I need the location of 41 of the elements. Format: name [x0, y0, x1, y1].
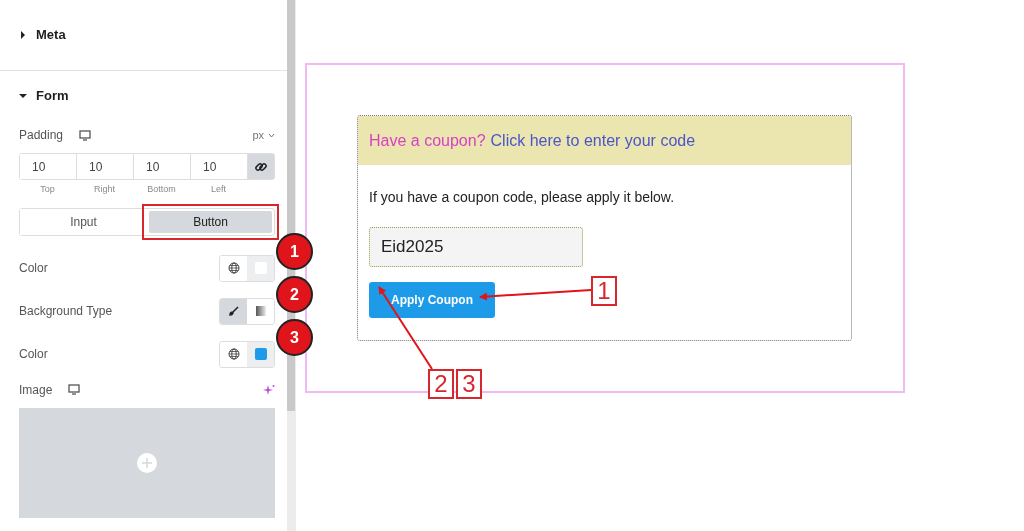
control-label: Image [19, 381, 53, 399]
sparkle-icon[interactable] [263, 383, 275, 396]
monitor-icon [79, 129, 92, 141]
tab[interactable]: Button [149, 210, 272, 233]
control-label: Background Type [19, 303, 113, 320]
section-title: Form [36, 87, 69, 106]
callout-number: 2 [276, 276, 313, 313]
section-header[interactable]: Form [19, 71, 275, 121]
plus-icon [137, 452, 157, 473]
globe-icon [227, 348, 240, 360]
unit-dropdown[interactable]: px [252, 126, 275, 144]
field-caption: Top [39, 183, 56, 196]
notice-prompt: Have a coupon? [369, 130, 486, 151]
field-caption: Right [93, 183, 116, 196]
field-caption: Left [210, 183, 227, 196]
globe-icon [227, 262, 240, 274]
callout-number: 1 [276, 233, 313, 270]
brush-icon [228, 306, 239, 316]
annotation-number: 3 [456, 369, 482, 399]
chevron-icon [268, 132, 275, 138]
control-label: Color [19, 260, 48, 277]
annotation-number: 2 [428, 369, 454, 399]
coupon-input[interactable]: Eid2025 [369, 227, 583, 267]
annotation-number: 1 [591, 276, 617, 306]
caret-icon [19, 92, 27, 100]
link-button[interactable] [248, 154, 274, 179]
field-caption: Bottom [146, 183, 177, 196]
color-picker[interactable] [247, 341, 274, 367]
monitor-icon [68, 384, 81, 395]
number-field[interactable]: 10 [20, 154, 77, 179]
gradient-icon [255, 306, 266, 316]
control-label: Padding [19, 127, 64, 144]
section-title: Meta [36, 26, 66, 45]
callout-number: 3 [276, 319, 313, 356]
control-label: Color [19, 346, 48, 363]
coupon-link[interactable]: Click here to enter your code [490, 128, 696, 153]
description-text: If you have a coupon code, please apply it below. [369, 188, 676, 207]
link-icon [255, 160, 267, 173]
caret-icon [19, 31, 27, 39]
section-header[interactable]: Meta [19, 0, 275, 70]
color-picker[interactable] [247, 255, 274, 281]
